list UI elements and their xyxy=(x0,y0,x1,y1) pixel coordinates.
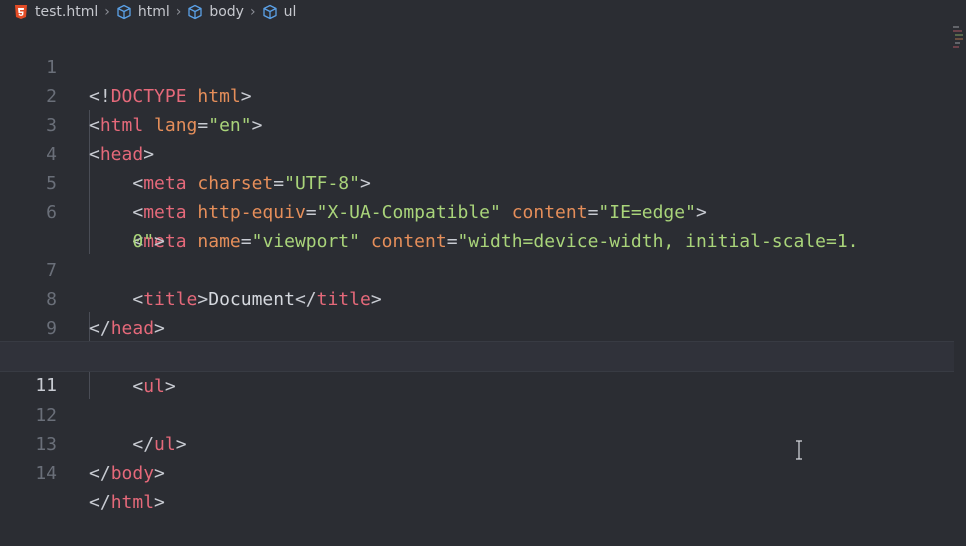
code-text: </body> xyxy=(89,463,165,484)
breadcrumb-item-label: body xyxy=(209,4,244,20)
cube-icon xyxy=(262,4,278,20)
code-line[interactable]: 8 </head> xyxy=(0,256,954,339)
line-number: 14 xyxy=(35,463,57,484)
cube-icon xyxy=(187,4,203,20)
breadcrumb-file[interactable]: test.html xyxy=(35,4,98,20)
breadcrumb-item-body[interactable]: body xyxy=(187,4,244,20)
code-line[interactable]: 5 <meta http-equiv="X-UA-Compatible" con… xyxy=(0,140,954,223)
minimap[interactable] xyxy=(952,24,964,52)
code-line[interactable]: 1 <!DOCTYPE html> xyxy=(0,24,954,107)
breadcrumb-item-ul[interactable]: ul xyxy=(262,4,297,20)
html5-file-icon xyxy=(15,5,27,19)
code-line[interactable]: 10 <ul> xyxy=(0,314,954,397)
chevron-right-icon: › xyxy=(175,4,182,20)
breadcrumb-item-label: ul xyxy=(283,4,297,20)
code-line[interactable]: 3 <head> xyxy=(0,82,954,165)
code-line[interactable]: 4 <meta charset="UTF-8"> xyxy=(0,111,954,194)
code-line[interactable]: 12 </ul> xyxy=(0,372,954,455)
cube-icon xyxy=(116,4,132,20)
code-editor[interactable]: 1 <!DOCTYPE html> 2 <html lang="en"> 3 <… xyxy=(0,24,966,524)
code-line-active[interactable]: 11 xyxy=(0,341,954,396)
code-line[interactable]: 9 <body> xyxy=(0,285,954,368)
breadcrumb: test.html › html › body › ul xyxy=(0,0,966,24)
code-line[interactable]: 13 </body> xyxy=(0,401,954,484)
breadcrumb-item-label: html xyxy=(137,4,170,20)
code-line[interactable]: 7 <title>Document</title> xyxy=(0,227,954,310)
code-line[interactable]: 2 <html lang="en"> xyxy=(0,53,954,136)
text-cursor-icon xyxy=(794,440,804,460)
code-line[interactable]: 6 <meta name="viewport" content="width=d… xyxy=(0,169,954,252)
code-line-wrap[interactable]: 0"> xyxy=(0,198,954,252)
code-text: </html> xyxy=(89,492,165,513)
chevron-right-icon: › xyxy=(249,4,256,20)
chevron-right-icon: › xyxy=(104,4,110,20)
breadcrumb-item-html[interactable]: html xyxy=(116,4,170,20)
code-line[interactable]: 14 </html> xyxy=(0,430,954,513)
